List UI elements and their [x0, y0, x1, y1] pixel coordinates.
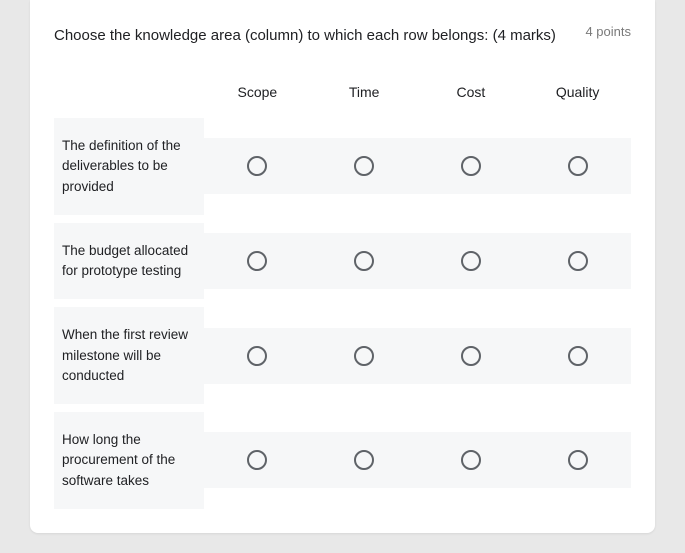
row-header: The definition of the deliverables to be… [54, 118, 204, 215]
radio-cell[interactable] [204, 432, 311, 488]
radio-icon [461, 251, 481, 271]
column-header-cost: Cost [418, 72, 525, 118]
row-header: The budget allocated for prototype testi… [54, 223, 204, 300]
radio-icon [354, 450, 374, 470]
radio-cell[interactable] [524, 432, 631, 488]
radio-cell[interactable] [524, 233, 631, 289]
radio-icon [247, 251, 267, 271]
row-gap [54, 404, 631, 412]
row-gap [54, 215, 631, 223]
row-header: When the first review milestone will be … [54, 307, 204, 404]
radio-cell[interactable] [311, 328, 418, 384]
radio-icon [461, 450, 481, 470]
radio-cell[interactable] [524, 138, 631, 194]
question-points: 4 points [585, 24, 631, 39]
radio-icon [247, 156, 267, 176]
radio-icon [354, 251, 374, 271]
column-header-time: Time [311, 72, 418, 118]
question-card: Choose the knowledge area (column) to wh… [30, 0, 655, 533]
radio-icon [461, 156, 481, 176]
radio-cell[interactable] [204, 328, 311, 384]
column-header-scope: Scope [204, 72, 311, 118]
radio-icon [568, 156, 588, 176]
radio-icon [247, 450, 267, 470]
radio-cell[interactable] [418, 233, 525, 289]
radio-cell[interactable] [204, 138, 311, 194]
radio-icon [354, 156, 374, 176]
radio-cell[interactable] [311, 138, 418, 194]
radio-icon [568, 346, 588, 366]
radio-icon [461, 346, 481, 366]
radio-cell[interactable] [204, 233, 311, 289]
radio-icon [247, 346, 267, 366]
radio-cell[interactable] [418, 432, 525, 488]
radio-cell[interactable] [311, 432, 418, 488]
radio-cell[interactable] [418, 328, 525, 384]
radio-cell[interactable] [311, 233, 418, 289]
radio-icon [568, 251, 588, 271]
grid: Scope Time Cost Quality The definition o… [54, 72, 631, 509]
column-header-quality: Quality [524, 72, 631, 118]
row-header: How long the procurement of the software… [54, 412, 204, 509]
question-header: Choose the knowledge area (column) to wh… [54, 24, 631, 48]
radio-icon [568, 450, 588, 470]
row-gap [54, 299, 631, 307]
radio-icon [354, 346, 374, 366]
radio-cell[interactable] [524, 328, 631, 384]
question-text: Choose the knowledge area (column) to wh… [54, 24, 565, 48]
radio-cell[interactable] [418, 138, 525, 194]
